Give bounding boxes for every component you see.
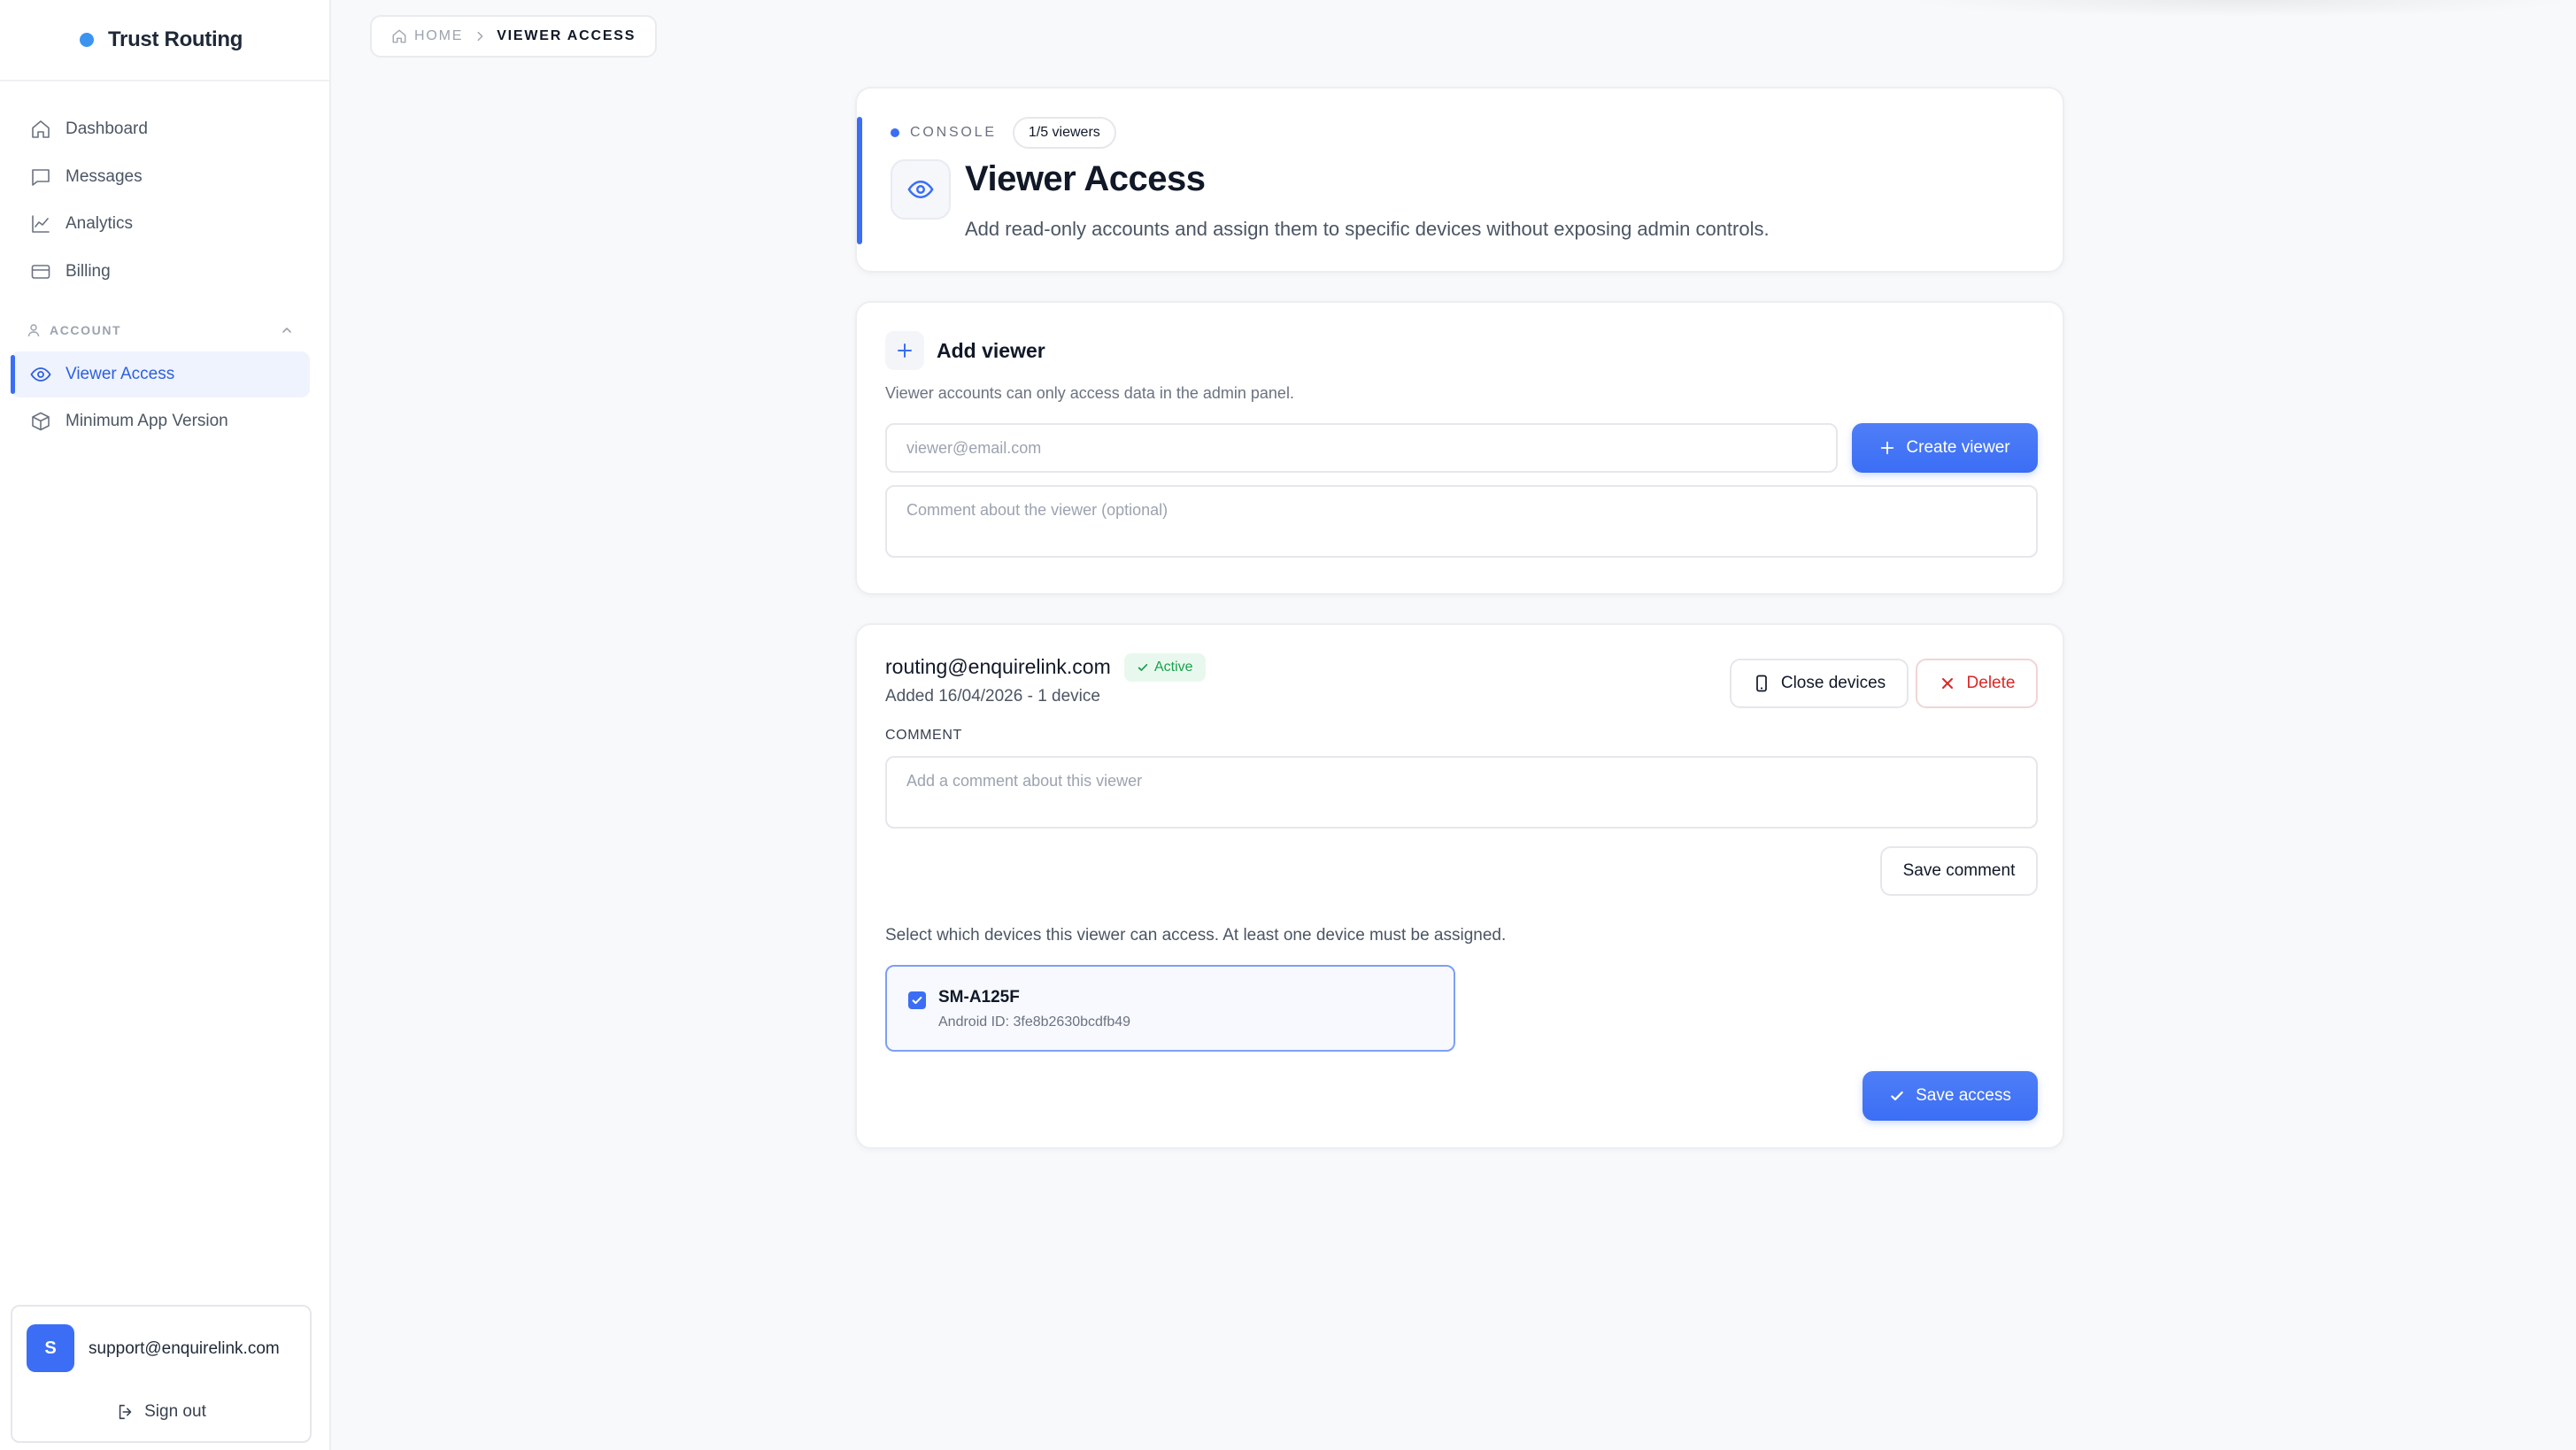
device-checkbox[interactable] [908, 991, 926, 1009]
close-icon [1939, 675, 1956, 692]
sidebar-item-label: Messages [66, 166, 143, 186]
chevron-right-icon [474, 30, 486, 42]
account-section-title: ACCOUNT [50, 322, 122, 337]
brand[interactable]: Trust Routing [0, 0, 329, 81]
status-badge: Active [1124, 653, 1206, 682]
sign-out-button[interactable]: Sign out [12, 1402, 310, 1422]
console-row: CONSOLE 1/5 viewers [891, 117, 1116, 149]
home-icon [391, 28, 407, 44]
sidebar-item-label: Billing [66, 261, 111, 281]
breadcrumb-current: VIEWER ACCESS [497, 28, 636, 43]
account-section-header[interactable]: ACCOUNT [27, 320, 310, 341]
eye-icon [891, 159, 951, 220]
viewer-email: routing@enquirelink.com [885, 655, 1111, 678]
console-dot-icon [891, 128, 899, 137]
sidebar-item-messages[interactable]: Messages [11, 154, 310, 200]
check-icon [1889, 1088, 1905, 1104]
console-label: CONSOLE [910, 125, 997, 140]
devices-help: Select which devices this viewer can acc… [885, 926, 1507, 945]
page-header-card: CONSOLE 1/5 viewers Viewer Access Add re… [855, 87, 2064, 273]
message-icon [30, 166, 51, 188]
user-icon [27, 323, 41, 337]
chart-line-icon [30, 213, 51, 235]
sidebar-item-dashboard[interactable]: Dashboard [11, 106, 310, 152]
breadcrumb-home[interactable]: HOME [414, 28, 463, 44]
save-comment-button[interactable]: Save comment [1880, 846, 2038, 896]
add-viewer-help: Viewer accounts can only access data in … [885, 384, 1294, 402]
viewer-meta: Added 16/04/2026 - 1 device [885, 687, 1100, 706]
create-viewer-label: Create viewer [1906, 438, 2010, 457]
add-viewer-title: Add viewer [937, 338, 1045, 362]
device-option[interactable]: SM-A125F Android ID: 3fe8b2630bcdfb49 [885, 965, 1455, 1052]
comment-label: COMMENT [885, 728, 962, 743]
accent-bar [857, 117, 862, 244]
device-android-id: Android ID: 3fe8b2630bcdfb49 [938, 1014, 1131, 1030]
user-card: S support@enquirelink.com Sign out [11, 1305, 312, 1443]
top-edge-shadow [1903, 0, 2576, 18]
sidebar-item-label: Minimum App Version [66, 412, 228, 430]
sidebar-item-label: Analytics [66, 214, 134, 233]
credit-card-icon [30, 261, 51, 282]
viewer-card: routing@enquirelink.com Active Added 16/… [855, 623, 2064, 1149]
sidebar-item-label: Viewer Access [66, 364, 175, 383]
user-email: support@enquirelink.com [89, 1339, 280, 1358]
home-icon [30, 119, 51, 140]
page-title: Viewer Access [965, 159, 1206, 198]
check-icon [1137, 661, 1149, 674]
viewer-count-badge: 1/5 viewers [1012, 117, 1116, 149]
main-nav: Dashboard Messages Analytics Billing ACC… [0, 81, 329, 444]
page-subtitle: Add read-only accounts and assign them t… [965, 218, 1770, 240]
avatar[interactable]: S [27, 1324, 74, 1372]
close-devices-button[interactable]: Close devices [1730, 659, 1909, 708]
viewer-comment-field[interactable] [885, 756, 2038, 829]
brand-dot-icon [80, 33, 94, 47]
phone-icon [1753, 675, 1770, 692]
delete-button[interactable]: Delete [1916, 659, 2038, 708]
chevron-up-icon [280, 323, 294, 337]
sign-out-icon [116, 1402, 135, 1422]
status-label: Active [1154, 659, 1193, 675]
eye-icon [30, 364, 51, 385]
delete-label: Delete [1966, 674, 2016, 692]
save-access-label: Save access [1916, 1086, 2011, 1105]
device-name: SM-A125F [938, 988, 1020, 1007]
plus-icon [1879, 440, 1895, 456]
sidebar-item-analytics[interactable]: Analytics [11, 201, 310, 247]
sidebar-item-minimum-app-version[interactable]: Minimum App Version [11, 398, 310, 444]
sign-out-label: Sign out [144, 1402, 206, 1421]
sidebar-item-viewer-access[interactable]: Viewer Access [11, 351, 310, 397]
add-viewer-header: Add viewer [885, 331, 1045, 370]
sidebar: Trust Routing Dashboard Messages Analyti… [0, 0, 331, 1450]
viewer-email-input[interactable] [885, 423, 1838, 473]
viewer-comment-input[interactable] [885, 485, 2038, 558]
create-viewer-button[interactable]: Create viewer [1852, 423, 2038, 473]
box-icon [30, 411, 51, 432]
breadcrumb: HOME VIEWER ACCESS [370, 15, 658, 58]
save-access-button[interactable]: Save access [1863, 1071, 2038, 1121]
add-viewer-card: Add viewer Viewer accounts can only acce… [855, 301, 2064, 595]
brand-name: Trust Routing [108, 27, 243, 51]
close-devices-label: Close devices [1780, 674, 1886, 692]
sidebar-item-billing[interactable]: Billing [11, 249, 310, 295]
plus-icon [885, 331, 924, 370]
sidebar-item-label: Dashboard [66, 120, 148, 138]
